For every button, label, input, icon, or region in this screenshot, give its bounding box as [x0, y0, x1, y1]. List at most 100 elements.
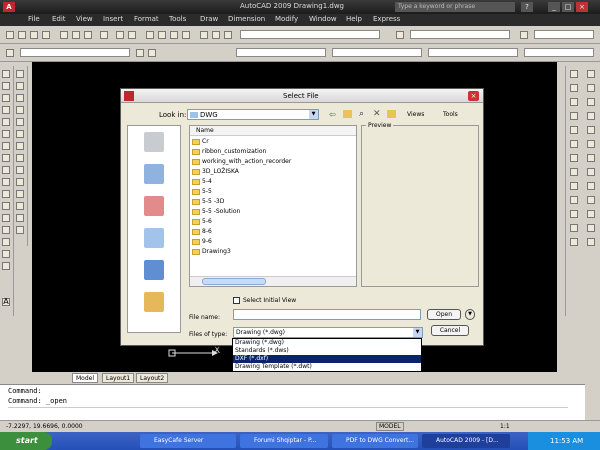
revision-cloud-icon[interactable] — [2, 154, 10, 162]
spline-icon[interactable] — [2, 166, 10, 174]
file-name-input[interactable] — [233, 309, 421, 320]
search-web-icon[interactable]: ⌕ — [359, 109, 364, 119]
snap-tangent-icon[interactable] — [570, 140, 578, 148]
snap-midpoint-icon[interactable] — [570, 84, 578, 92]
menu-express[interactable]: Express — [373, 15, 400, 23]
views-menu[interactable]: Views — [407, 111, 424, 118]
select-initial-view-checkbox[interactable] — [233, 297, 240, 304]
undo-icon[interactable] — [116, 31, 124, 39]
file-list[interactable]: Name Cr ribbon_customization working_wit… — [189, 125, 357, 287]
menu-format[interactable]: Format — [134, 15, 159, 23]
snap-none-icon[interactable] — [570, 224, 578, 232]
lineweight-combo[interactable] — [428, 48, 518, 57]
copy-icon[interactable] — [72, 31, 80, 39]
taskbar-item-easycafe[interactable]: EasyCafe Server — [140, 434, 236, 448]
plot-icon[interactable] — [42, 31, 50, 39]
pan-icon[interactable] — [146, 31, 154, 39]
list-item[interactable]: 5-4 — [192, 178, 212, 187]
new-icon[interactable] — [6, 31, 14, 39]
cut-icon[interactable] — [60, 31, 68, 39]
dimension-angular-icon[interactable] — [587, 154, 595, 162]
tab-layout1[interactable]: Layout1 — [102, 373, 135, 383]
erase-icon[interactable] — [16, 70, 24, 78]
tolerance-icon[interactable] — [587, 210, 595, 218]
menu-modify[interactable]: Modify — [275, 15, 298, 23]
snap-settings-icon[interactable] — [570, 238, 578, 246]
extend-icon[interactable] — [16, 190, 24, 198]
dimension-arc-icon[interactable] — [587, 98, 595, 106]
taskbar-item-autocad[interactable]: AutoCAD 2009 - [D... — [422, 434, 510, 448]
arc-icon[interactable] — [2, 130, 10, 138]
continue-dimension-icon[interactable] — [587, 196, 595, 204]
table-icon[interactable] — [2, 262, 10, 270]
tools-menu[interactable]: Tools — [443, 111, 458, 118]
move-icon[interactable] — [16, 130, 24, 138]
scale-icon[interactable] — [16, 154, 24, 162]
trim-icon[interactable] — [16, 178, 24, 186]
ftp-icon[interactable] — [144, 228, 164, 248]
list-item[interactable]: ribbon_customization — [192, 148, 266, 157]
maximize-button[interactable]: □ — [562, 2, 574, 12]
close-button[interactable]: × — [576, 2, 588, 12]
snap-center-icon[interactable] — [570, 112, 578, 120]
menu-file[interactable]: File — [28, 15, 40, 23]
polygon-icon[interactable] — [2, 106, 10, 114]
paste-icon[interactable] — [84, 31, 92, 39]
cancel-button[interactable]: Cancel — [431, 325, 469, 336]
properties-icon[interactable] — [200, 31, 208, 39]
dimension-ordinate-icon[interactable] — [587, 112, 595, 120]
search-input[interactable]: Type a keyword or phrase — [395, 2, 515, 12]
minimize-button[interactable]: _ — [548, 2, 560, 12]
center-mark-icon[interactable] — [587, 224, 595, 232]
horizontal-scrollbar[interactable] — [190, 276, 356, 286]
construction-line-icon[interactable] — [2, 82, 10, 90]
option-dxf[interactable]: DXF (*.dxf) — [233, 355, 421, 363]
gradient-icon[interactable] — [2, 238, 10, 246]
hatch-icon[interactable] — [2, 226, 10, 234]
list-item[interactable]: 5-5 -Solution — [192, 208, 240, 217]
option-standards[interactable]: Standards (*.dws) — [233, 347, 421, 355]
up-folder-icon[interactable] — [343, 110, 352, 118]
open-button[interactable]: Open — [427, 309, 461, 320]
dimension-diameter-icon[interactable] — [587, 140, 595, 148]
polyline-icon[interactable] — [2, 94, 10, 102]
rectangle-icon[interactable] — [2, 118, 10, 126]
taskbar-item-forumi[interactable]: Forumi Shqiptar - P... — [240, 434, 328, 448]
snap-intersection-icon[interactable] — [570, 98, 578, 106]
multiline-text-icon[interactable]: A — [2, 298, 10, 306]
snap-nearest-icon[interactable] — [570, 210, 578, 218]
dialog-close-button[interactable]: × — [468, 91, 479, 101]
mirror-icon[interactable] — [16, 94, 24, 102]
menu-help[interactable]: Help — [346, 15, 362, 23]
zoom-window-icon[interactable] — [170, 31, 178, 39]
chevron-down-icon[interactable]: ▼ — [413, 328, 422, 337]
list-item[interactable]: Cr — [192, 138, 209, 147]
tool-palettes-icon[interactable] — [224, 31, 232, 39]
look-in-dropdown[interactable]: DWG ▼ — [187, 109, 319, 120]
save-icon[interactable] — [30, 31, 38, 39]
linetype-combo[interactable] — [332, 48, 422, 57]
fillet-icon[interactable] — [16, 226, 24, 234]
history-icon[interactable] — [144, 132, 164, 152]
command-input[interactable] — [8, 407, 568, 417]
color-combo[interactable] — [236, 48, 326, 57]
snap-node-icon[interactable] — [570, 196, 578, 204]
dimension-style-icon[interactable] — [396, 31, 404, 39]
point-icon[interactable] — [2, 214, 10, 222]
ellipse-icon[interactable] — [2, 178, 10, 186]
array-icon[interactable] — [16, 118, 24, 126]
desktop-icon[interactable] — [144, 260, 164, 280]
rotate-icon[interactable] — [16, 142, 24, 150]
menu-edit[interactable]: Edit — [52, 15, 66, 23]
taskbar-item-pdf-to-dwg[interactable]: PDF to DWG Convert... — [332, 434, 418, 448]
snap-parallel-icon[interactable] — [570, 168, 578, 176]
line-icon[interactable] — [2, 70, 10, 78]
menu-tools[interactable]: Tools — [169, 15, 186, 23]
list-item[interactable]: 9-6 — [192, 238, 212, 247]
list-item[interactable]: 5-6 — [192, 218, 212, 227]
autocad-logo-icon[interactable]: A — [3, 2, 15, 12]
copy-object-icon[interactable] — [16, 82, 24, 90]
list-item[interactable]: 5-5 — [192, 188, 212, 197]
option-drawing-template[interactable]: Drawing Template (*.dwt) — [233, 363, 421, 371]
table-style-combo[interactable] — [410, 30, 510, 39]
